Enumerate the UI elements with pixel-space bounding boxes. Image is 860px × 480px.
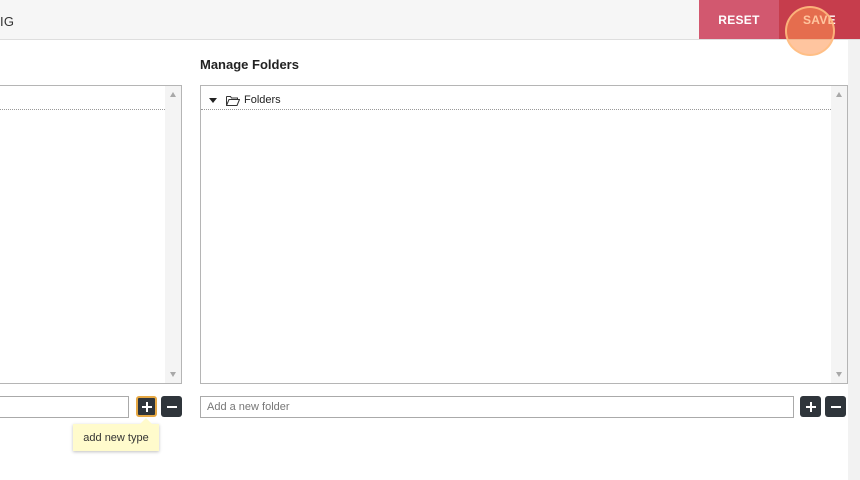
folders-root-node[interactable]: Folders	[209, 92, 281, 108]
manage-folders-title: Manage Folders	[200, 57, 299, 72]
add-folder-button[interactable]	[800, 396, 821, 417]
remove-type-button[interactable]	[161, 396, 182, 417]
folders-tree[interactable]: Folders	[200, 85, 848, 384]
scroll-down-arrow-icon[interactable]	[836, 372, 842, 377]
page-title: IG	[0, 14, 15, 29]
new-type-input[interactable]	[0, 396, 129, 418]
new-folder-input[interactable]	[200, 396, 794, 418]
add-type-tooltip: add new type	[73, 418, 159, 451]
page-scrollbar-track[interactable]	[848, 40, 860, 480]
scroll-up-arrow-icon[interactable]	[836, 92, 842, 97]
add-type-button[interactable]	[136, 396, 157, 417]
folders-tree-scrollbar[interactable]	[831, 86, 847, 383]
save-button[interactable]: SAVE	[779, 0, 860, 39]
scroll-down-arrow-icon[interactable]	[170, 372, 176, 377]
top-toolbar: IG RESET SAVE	[0, 0, 860, 40]
caret-down-icon[interactable]	[209, 98, 217, 103]
tooltip-text: add new type	[83, 431, 149, 444]
folder-open-icon	[226, 95, 240, 106]
remove-folder-button[interactable]	[825, 396, 846, 417]
reset-button[interactable]: RESET	[699, 0, 779, 39]
list-header-divider	[0, 109, 165, 110]
tree-header-divider	[201, 109, 831, 110]
scroll-up-arrow-icon[interactable]	[170, 92, 176, 97]
types-list-scrollbar[interactable]	[165, 86, 181, 383]
tooltip-arrow	[140, 418, 152, 424]
folders-root-label[interactable]: Folders	[244, 94, 281, 106]
types-list[interactable]	[0, 85, 182, 384]
